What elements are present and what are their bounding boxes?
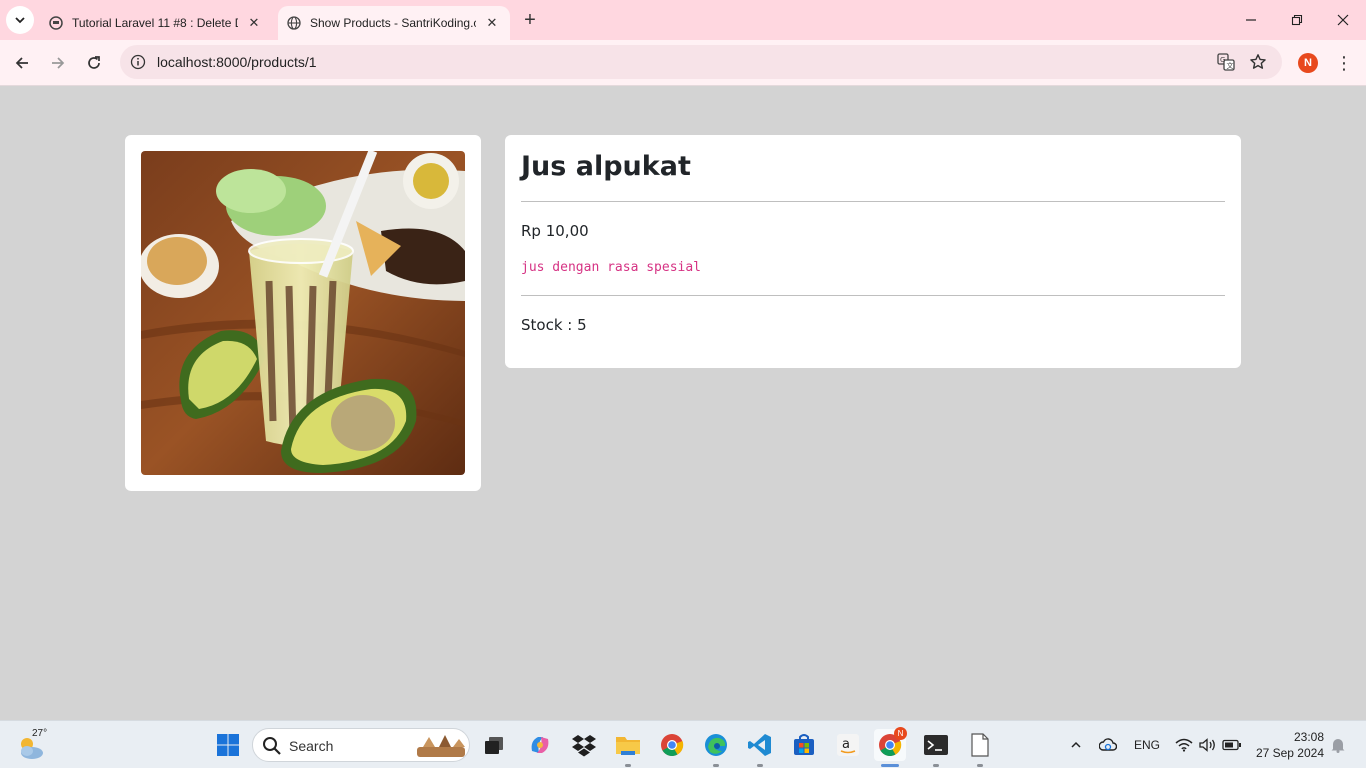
taskbar-search[interactable]: Search: [252, 728, 470, 762]
reload-button[interactable]: [80, 49, 108, 77]
weather-widget[interactable]: 27°: [14, 727, 54, 763]
tab-show-products[interactable]: Show Products - SantriKoding.c ✕: [278, 6, 510, 40]
battery-button[interactable]: [1220, 729, 1244, 761]
windows-logo-icon: [217, 734, 239, 756]
arrow-right-icon: [52, 57, 65, 69]
search-highlight-icon: [417, 735, 465, 757]
close-tab-icon[interactable]: ✕: [244, 13, 264, 33]
wifi-button[interactable]: [1172, 729, 1196, 761]
tab-title: Show Products - SantriKoding.c: [310, 16, 476, 30]
forward-button[interactable]: [44, 49, 72, 77]
chrome-profile-button[interactable]: N: [874, 727, 907, 767]
tab-favicon-icon: [48, 15, 64, 31]
divider: [521, 295, 1225, 296]
speaker-icon: [1199, 738, 1215, 752]
product-title: Jus alpukat: [521, 151, 691, 182]
minimize-icon: [1246, 19, 1256, 21]
site-info-icon[interactable]: [128, 52, 148, 72]
running-indicator: [757, 764, 763, 767]
close-tab-icon[interactable]: ✕: [482, 13, 502, 33]
search-icon: [263, 737, 281, 755]
windows-taskbar: 27° Search a N ENG 23:08 27 Sep 2024: [0, 720, 1366, 768]
copilot-icon: [531, 737, 549, 753]
minimize-button[interactable]: [1228, 0, 1274, 40]
chevron-up-icon: [1071, 741, 1081, 748]
dropbox-button[interactable]: [568, 729, 600, 761]
globe-icon: [286, 15, 302, 31]
vscode-icon: [748, 734, 771, 756]
svg-text:G: G: [1220, 56, 1225, 64]
tab-strip: Tutorial Laravel 11 #8 : Delete D ✕ Show…: [0, 0, 1366, 40]
task-view-icon: [485, 737, 503, 754]
store-button[interactable]: [788, 729, 820, 761]
volume-button[interactable]: [1196, 729, 1220, 761]
sync-status-button[interactable]: [1096, 729, 1120, 761]
clock-time: 23:08: [1293, 730, 1324, 744]
terminal-button[interactable]: [920, 729, 952, 767]
vscode-button[interactable]: [744, 729, 776, 767]
product-image: [141, 151, 465, 475]
close-window-button[interactable]: [1320, 0, 1366, 40]
file-icon: [971, 733, 989, 757]
browser-toolbar: localhost:8000/products/1 G文: [0, 40, 1366, 86]
restore-icon: [1291, 14, 1303, 26]
profile-badge: N: [894, 727, 907, 740]
input-language[interactable]: ENG: [1134, 738, 1160, 752]
folder-icon: [616, 737, 640, 755]
dropbox-icon: [572, 735, 596, 757]
system-clock[interactable]: 23:08 27 Sep 2024: [1256, 729, 1324, 761]
back-button[interactable]: [8, 49, 36, 77]
browser-menu-icon[interactable]: ⋮: [1332, 50, 1356, 76]
cloud-sync-icon: [1099, 738, 1117, 751]
divider: [521, 201, 1225, 202]
tab-tutorial[interactable]: Tutorial Laravel 11 #8 : Delete D ✕: [40, 6, 272, 40]
product-image-card: [125, 135, 481, 491]
close-icon: [1337, 14, 1349, 26]
task-view-button[interactable]: [478, 729, 510, 761]
bookmark-star-icon[interactable]: [1248, 52, 1268, 72]
svg-text:文: 文: [1227, 61, 1234, 70]
profile-avatar[interactable]: N: [1298, 53, 1318, 73]
running-indicator: [713, 764, 719, 767]
bell-icon: [1331, 739, 1345, 753]
reload-icon: [88, 56, 100, 69]
chevron-down-icon: [15, 17, 25, 24]
wifi-icon: [1175, 738, 1193, 752]
product-detail-card: Jus alpukat Rp 10,00 jus dengan rasa spe…: [505, 135, 1241, 368]
file-explorer-button[interactable]: [612, 729, 644, 767]
amazon-button[interactable]: a: [832, 729, 864, 761]
product-description: jus dengan rasa spesial: [521, 260, 702, 275]
product-price: Rp 10,00: [521, 222, 589, 240]
start-button[interactable]: [212, 729, 244, 761]
running-indicator: [625, 764, 631, 767]
search-placeholder: Search: [289, 738, 334, 754]
clock-date: 27 Sep 2024: [1255, 746, 1324, 760]
svg-text:a: a: [842, 737, 850, 752]
translate-icon[interactable]: G文: [1216, 52, 1236, 72]
arrow-left-icon: [15, 57, 28, 69]
store-icon: [794, 734, 814, 755]
product-stock: Stock : 5: [521, 316, 587, 334]
show-hidden-icons-button[interactable]: [1064, 729, 1088, 761]
url-text[interactable]: localhost:8000/products/1: [157, 54, 317, 70]
battery-icon: [1222, 739, 1241, 751]
tab-search-button[interactable]: [6, 6, 34, 34]
running-indicator: [977, 764, 983, 767]
restore-button[interactable]: [1274, 0, 1320, 40]
tab-title: Tutorial Laravel 11 #8 : Delete D: [72, 16, 238, 30]
running-indicator: [933, 764, 939, 767]
address-bar[interactable]: localhost:8000/products/1 G文: [120, 45, 1282, 79]
new-tab-button[interactable]: +: [518, 8, 542, 32]
terminal-icon: [924, 735, 948, 755]
copilot-button[interactable]: [524, 729, 556, 761]
active-indicator: [881, 764, 899, 767]
amazon-icon: a: [837, 734, 859, 756]
chrome-icon: [661, 734, 684, 756]
weather-temp: 27°: [32, 728, 48, 739]
notifications-button[interactable]: [1326, 729, 1350, 761]
chrome-button[interactable]: [656, 729, 688, 761]
edge-icon: [705, 734, 727, 756]
notepad-button[interactable]: [964, 729, 996, 767]
edge-button[interactable]: [700, 729, 732, 767]
